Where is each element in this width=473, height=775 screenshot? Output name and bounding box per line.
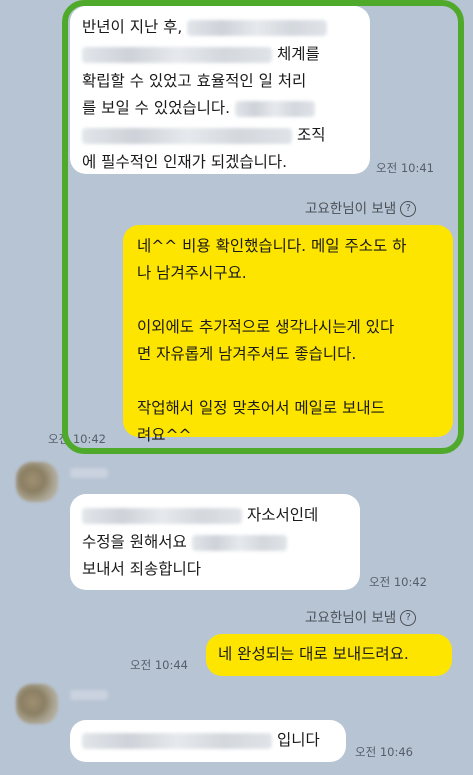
message-text: 입니다	[276, 731, 320, 749]
message-line: 자소서인데	[82, 502, 348, 529]
incoming-message-bubble[interactable]: 입니다	[70, 720, 346, 762]
help-icon[interactable]: ?	[400, 610, 417, 626]
highlight-frame	[62, 0, 464, 454]
redacted-email	[82, 732, 272, 749]
sent-by-label: 고요한님이 보냄?	[305, 606, 417, 626]
incoming-message-bubble[interactable]: 자소서인데 수정을 원해서요 보내서 죄송합니다	[70, 494, 360, 590]
outgoing-message-bubble[interactable]: 네 완성되는 대로 보내드려요.	[206, 634, 452, 676]
message-timestamp: 오전 10:42	[369, 575, 427, 589]
message-timestamp: 오전 10:44	[130, 658, 188, 672]
redacted-text	[82, 507, 242, 524]
sender-name-redacted	[70, 690, 108, 700]
message-timestamp: 오전 10:46	[355, 745, 413, 759]
message-line: 수정을 원해서요	[82, 529, 348, 556]
message-line: 보내서 죄송합니다	[82, 560, 202, 578]
redacted-text	[191, 534, 287, 551]
sender-avatar[interactable]	[16, 462, 58, 502]
sender-avatar[interactable]	[16, 684, 58, 724]
message-text: 네 완성되는 대로 보내드려요.	[218, 645, 409, 663]
sender-name-redacted	[70, 468, 108, 478]
